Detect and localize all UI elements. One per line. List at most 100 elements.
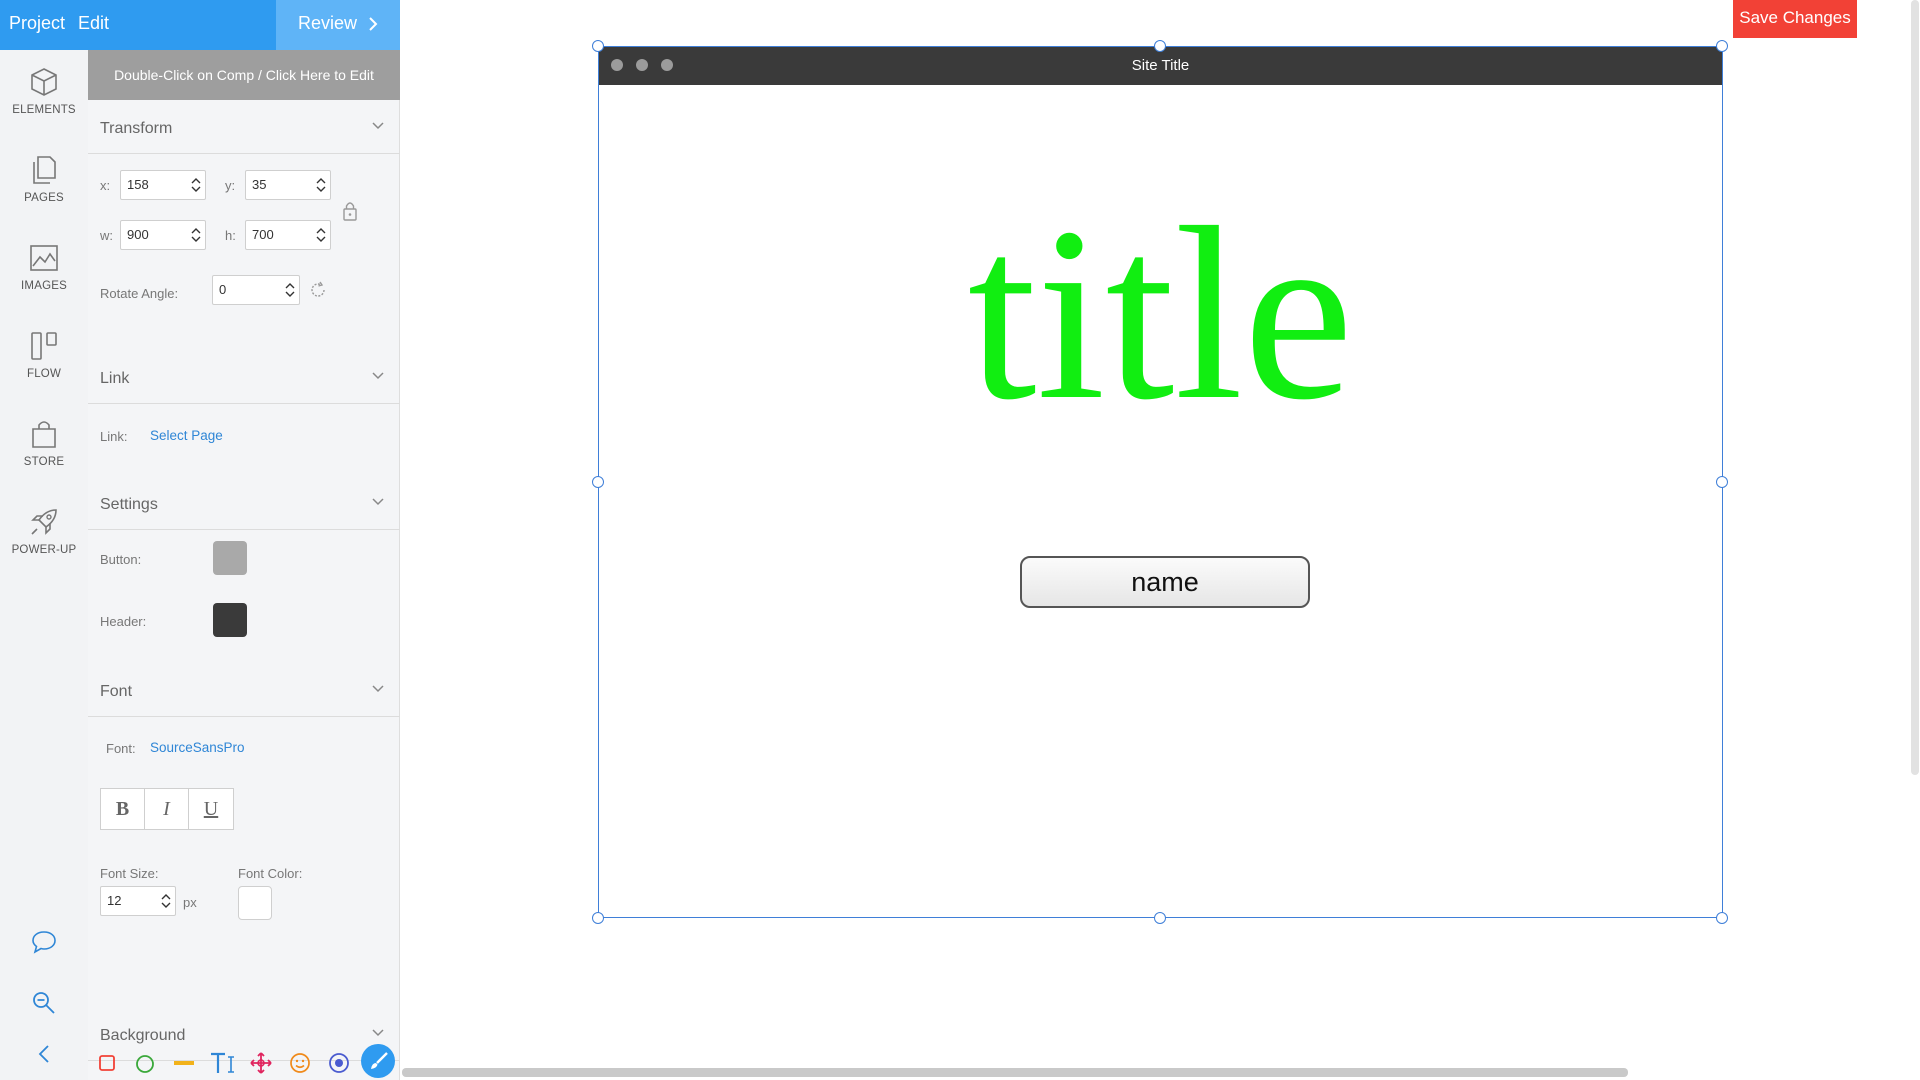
name-button[interactable]: name [1020,556,1310,608]
chevron-right-icon [368,0,378,48]
project-menu[interactable]: Project [9,0,65,50]
y-value: 35 [252,177,267,192]
header-color-swatch[interactable] [213,603,247,637]
h-input[interactable]: 700 [245,220,331,250]
rotate-input[interactable]: 0 [212,275,300,305]
flow-icon [31,332,57,360]
line-tool-icon[interactable] [174,1060,194,1066]
font-color-swatch[interactable] [238,886,272,920]
icon-rail: ELEMENTS PAGES IMAGES FLOW STORE POWER-U… [0,50,88,1080]
shopping-bag-icon [32,421,56,448]
rail-label: FLOW [26,368,62,380]
comment-button[interactable] [0,930,88,959]
chevron-down-icon [372,372,384,380]
resize-handle[interactable] [592,40,604,52]
chevron-down-icon [372,685,384,693]
rail-item-pages[interactable]: PAGES [0,154,88,234]
review-button[interactable]: Review [276,0,400,50]
bold-button[interactable]: B [101,789,145,829]
font-size-input[interactable]: 12 [100,886,176,916]
w-value: 900 [127,227,149,242]
h-label: h: [225,228,236,243]
section-title: Transform [100,120,173,137]
stepper-icon[interactable] [161,891,171,911]
radio-tool-icon[interactable] [328,1052,350,1074]
chevron-down-icon [372,122,384,130]
rail-item-elements[interactable]: ELEMENTS [0,66,88,146]
y-input[interactable]: 35 [245,170,331,200]
edit-banner[interactable]: Double-Click on Comp / Click Here to Edi… [88,50,400,100]
section-link[interactable]: Link [88,358,400,404]
browser-header: Site Title [599,47,1722,85]
move-tool-icon[interactable] [250,1052,272,1074]
resize-handle[interactable] [1716,40,1728,52]
site-title: Site Title [1131,57,1190,74]
font-size-unit: px [183,895,197,910]
button-color-swatch[interactable] [213,541,247,575]
rail-label: IMAGES [21,280,67,292]
rail-item-flow[interactable]: FLOW [0,330,88,410]
image-icon [30,245,58,271]
rail-label: PAGES [24,192,64,204]
title-text[interactable]: title [599,189,1722,439]
stepper-icon[interactable] [316,175,326,195]
stepper-icon[interactable] [285,280,295,300]
zoom-button[interactable] [0,990,88,1021]
page-frame[interactable]: Site Title title name [598,46,1723,918]
resize-handle[interactable] [1154,912,1166,924]
select-page-link[interactable]: Select Page [150,428,223,443]
section-title: Settings [100,496,158,513]
text-tool-icon[interactable] [210,1051,236,1075]
paint-tool-button[interactable] [361,1044,395,1078]
section-settings[interactable]: Settings [88,484,400,530]
font-size-label: Font Size: [100,866,159,881]
edit-menu[interactable]: Edit [78,0,109,50]
rail-item-power-up[interactable]: POWER-UP [0,506,88,586]
resize-handle[interactable] [1154,40,1166,52]
collapse-panel-button[interactable] [0,1044,88,1069]
save-changes-button[interactable]: Save Changes [1733,0,1857,38]
circle-tool-icon[interactable] [135,1054,155,1074]
font-size-value: 12 [107,893,122,908]
stepper-icon[interactable] [191,225,201,245]
stepper-icon[interactable] [191,175,201,195]
lock-icon[interactable] [342,200,358,222]
emoji-tool-icon[interactable] [289,1052,311,1074]
w-input[interactable]: 900 [120,220,206,250]
header-color-label: Header: [100,614,147,629]
chevron-down-icon [372,1029,384,1037]
horizontal-scrollbar[interactable] [402,1068,1628,1077]
chevron-down-icon [372,498,384,506]
rail-item-store[interactable]: STORE [0,418,88,498]
resize-handle[interactable] [592,476,604,488]
rotate-reset-icon[interactable] [308,280,328,300]
section-transform[interactable]: Transform [88,108,400,154]
italic-button[interactable]: I [145,789,189,829]
cube-icon [31,68,57,96]
x-input[interactable]: 158 [120,170,206,200]
pages-icon [33,156,56,184]
comment-icon [32,931,56,954]
rectangle-tool-icon[interactable] [98,1054,116,1072]
resize-handle[interactable] [592,912,604,924]
font-family-link[interactable]: SourceSansPro [150,740,245,755]
section-title: Link [100,370,130,387]
section-font[interactable]: Font [88,671,400,717]
link-label: Link: [100,429,128,444]
bottom-toolbar [88,1040,400,1080]
underline-button[interactable]: U [189,789,233,829]
rail-item-images[interactable]: IMAGES [0,242,88,322]
review-label: Review [298,13,358,33]
rail-label: STORE [23,456,65,468]
top-bar: Project Edit Review [0,0,400,50]
rotate-label: Rotate Angle: [100,286,179,301]
stepper-icon[interactable] [316,225,326,245]
x-label: x: [100,178,111,193]
button-color-label: Button: [100,552,142,567]
vertical-scrollbar[interactable] [1911,0,1919,775]
rail-label: POWER-UP [11,544,77,556]
resize-handle[interactable] [1716,476,1728,488]
rail-label: ELEMENTS [12,104,76,116]
resize-handle[interactable] [1716,912,1728,924]
properties-panel: Double-Click on Comp / Click Here to Edi… [88,50,400,1080]
